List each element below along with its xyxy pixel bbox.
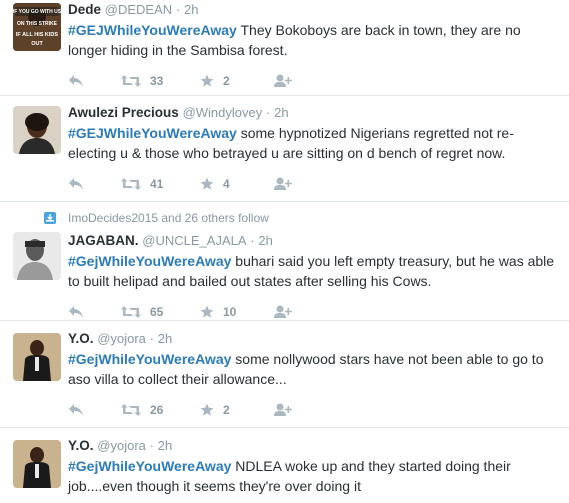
avatar[interactable]: IF YOU GO WITH US ON THIS STRIKE IF ALL …	[13, 3, 61, 51]
tweet-text: #GejWhileYouWereAway NDLEA woke up and t…	[68, 456, 561, 496]
retweet-count: 41	[150, 177, 164, 191]
reply-button[interactable]	[68, 302, 84, 322]
reply-button[interactable]	[68, 71, 84, 91]
tweet-header: Dede @DEDEAN · 2h	[68, 1, 561, 19]
username[interactable]: @UNCLE_AJALA	[142, 233, 246, 248]
display-name[interactable]: Awulezi Precious	[68, 105, 179, 120]
follow-button[interactable]	[274, 400, 292, 420]
svg-text:ON THIS STRIKE: ON THIS STRIKE	[17, 21, 58, 27]
reply-icon	[68, 403, 84, 417]
tweet[interactable]: IF YOU GO WITH US ON THIS STRIKE IF ALL …	[0, 0, 569, 96]
avatar[interactable]	[13, 440, 61, 488]
hashtag-link[interactable]: #GejWhileYouWereAway	[68, 253, 231, 269]
favorite-button[interactable]: 4	[200, 174, 230, 194]
retweet-icon	[121, 403, 141, 417]
tweet-text: #GEJWhileYouWereAway some hypnotized Nig…	[68, 123, 561, 163]
separator: ·	[175, 2, 181, 17]
favorite-icon	[200, 403, 214, 417]
timestamp[interactable]: 2h	[158, 331, 172, 346]
timestamp[interactable]: 2h	[274, 105, 288, 120]
follow-button[interactable]	[274, 174, 292, 194]
favorite-button[interactable]: 2	[200, 400, 230, 420]
username[interactable]: @Windylovey	[183, 105, 263, 120]
retweet-button[interactable]: 65	[121, 302, 163, 322]
tweet-actions: 33 2	[68, 71, 561, 91]
follow-icon	[274, 403, 292, 417]
separator: ·	[149, 331, 154, 346]
timestamp[interactable]: 2h	[258, 233, 272, 248]
tweet-actions: 65 10	[68, 302, 561, 322]
svg-text:IF YOU GO WITH US: IF YOU GO WITH US	[13, 9, 61, 15]
favorite-count: 2	[223, 403, 230, 417]
retweet-count: 33	[150, 74, 164, 88]
hashtag-link[interactable]: #GejWhileYouWereAway	[68, 351, 231, 367]
favorite-count: 2	[223, 74, 230, 88]
svg-text:OUT: OUT	[31, 41, 43, 47]
retweet-button[interactable]: 26	[121, 400, 163, 420]
avatar[interactable]	[13, 106, 61, 154]
username[interactable]: @DEDEAN	[105, 2, 172, 17]
separator: ·	[149, 438, 154, 453]
favorite-icon	[200, 177, 214, 191]
hashtag-link[interactable]: #GEJWhileYouWereAway	[68, 22, 237, 38]
retweet-icon	[121, 177, 141, 191]
hashtag-link[interactable]: #GejWhileYouWereAway	[68, 458, 231, 474]
tweet[interactable]: Y.O. @yojora · 2h #GejWhileYouWereAway N…	[0, 428, 569, 503]
svg-text:IF ALL HIS KIDS: IF ALL HIS KIDS	[16, 32, 59, 38]
retweet-icon	[121, 305, 141, 319]
username[interactable]: @yojora	[97, 331, 146, 346]
avatar[interactable]	[13, 333, 61, 381]
reply-button[interactable]	[68, 400, 84, 420]
tweet-actions: 41 4	[68, 174, 561, 194]
reply-icon	[68, 74, 84, 88]
follow-icon	[274, 177, 292, 191]
tweet-header: Y.O. @yojora · 2h	[68, 437, 561, 455]
tweet-header: JAGABAN. @UNCLE_AJALA · 2h	[68, 232, 561, 250]
follow-context-text[interactable]: ImoDecides2015 and 26 others follow	[68, 211, 269, 225]
retweet-count: 65	[150, 305, 164, 319]
tweet-header: Awulezi Precious @Windylovey · 2h	[68, 104, 561, 122]
favorite-icon	[200, 74, 214, 88]
tweet[interactable]: ImoDecides2015 and 26 others follow JAGA…	[0, 202, 569, 321]
retweet-button[interactable]: 41	[121, 174, 163, 194]
tweet-actions: 26 2	[68, 400, 561, 420]
separator: ·	[250, 233, 255, 248]
favorite-count: 10	[223, 305, 237, 319]
separator: ·	[266, 105, 271, 120]
follow-button[interactable]	[274, 302, 292, 322]
retweet-button[interactable]: 33	[121, 71, 163, 91]
follow-context-icon	[44, 212, 56, 224]
follow-button[interactable]	[274, 71, 292, 91]
favorite-icon	[200, 305, 214, 319]
display-name[interactable]: JAGABAN.	[68, 233, 139, 248]
favorite-count: 4	[223, 177, 230, 191]
timestamp[interactable]: 2h	[158, 438, 172, 453]
follow-icon	[274, 74, 292, 88]
tweet[interactable]: Y.O. @yojora · 2h #GejWhileYouWereAway s…	[0, 321, 569, 428]
display-name[interactable]: Y.O.	[68, 438, 94, 453]
retweet-count: 26	[150, 403, 164, 417]
reply-button[interactable]	[68, 174, 84, 194]
timestamp[interactable]: 2h	[184, 2, 198, 17]
tweet-text: #GejWhileYouWereAway some nollywood star…	[68, 349, 561, 389]
tweet[interactable]: Awulezi Precious @Windylovey · 2h #GEJWh…	[0, 96, 569, 202]
retweet-icon	[121, 74, 141, 88]
favorite-button[interactable]: 2	[200, 71, 230, 91]
tweet-header: Y.O. @yojora · 2h	[68, 330, 561, 348]
username[interactable]: @yojora	[97, 438, 146, 453]
display-name[interactable]: Y.O.	[68, 331, 94, 346]
hashtag-link[interactable]: #GEJWhileYouWereAway	[68, 125, 237, 141]
tweet-text: #GejWhileYouWereAway buhari said you lef…	[68, 251, 561, 291]
follow-context: ImoDecides2015 and 26 others follow	[0, 210, 561, 226]
reply-icon	[68, 177, 84, 191]
favorite-button[interactable]: 10	[200, 302, 236, 322]
display-name[interactable]: Dede	[68, 2, 101, 17]
tweet-text: #GEJWhileYouWereAway They Bokoboys are b…	[68, 20, 561, 60]
reply-icon	[68, 305, 84, 319]
avatar[interactable]	[13, 232, 61, 280]
tweet-feed: IF YOU GO WITH US ON THIS STRIKE IF ALL …	[0, 0, 569, 503]
follow-icon	[274, 305, 292, 319]
